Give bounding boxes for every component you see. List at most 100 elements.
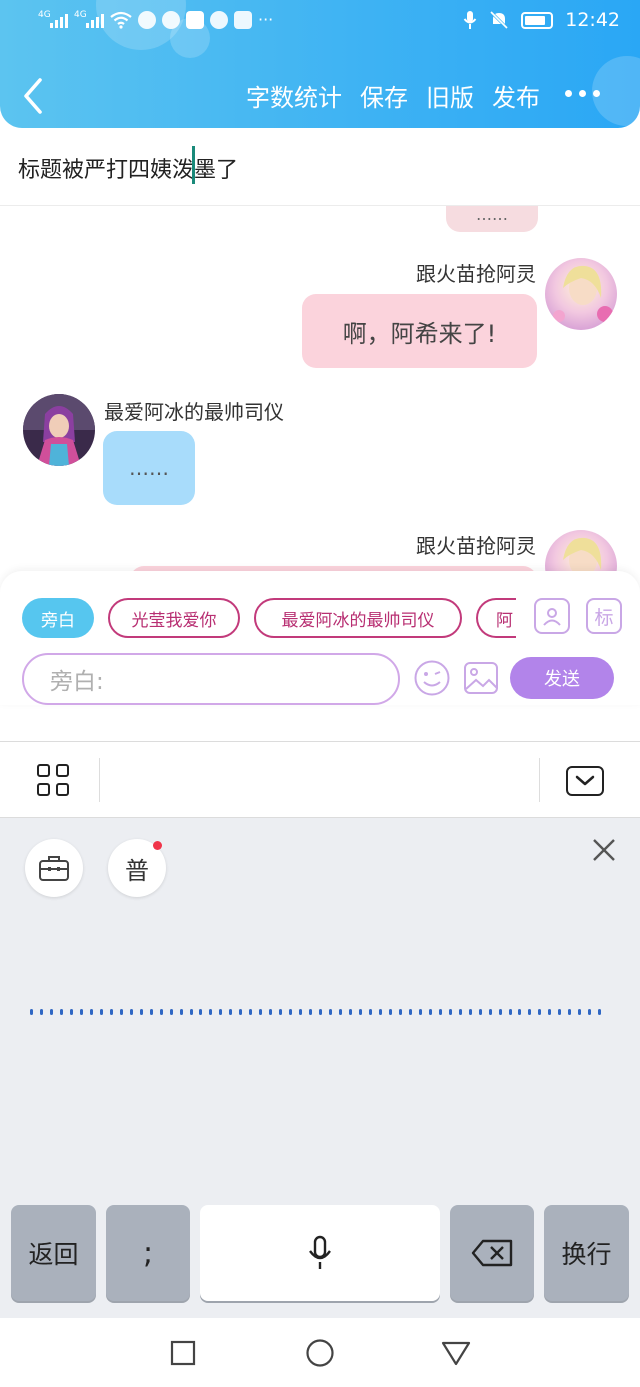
page: 4G 4G ··· 12:42 字数统计 保存 旧版 发布 标题被严打四姨泼墨了… bbox=[0, 0, 640, 1387]
waveform-dot bbox=[408, 1009, 412, 1015]
microphone-icon bbox=[463, 11, 477, 29]
waveform-dot bbox=[428, 1009, 432, 1015]
home-icon[interactable] bbox=[305, 1338, 335, 1368]
role-chip[interactable]: 阿 bbox=[476, 598, 516, 638]
waveform-dot bbox=[528, 1009, 532, 1015]
waveform-dot bbox=[368, 1009, 372, 1015]
wifi-icon bbox=[110, 11, 132, 29]
app-notification-icon bbox=[162, 10, 180, 29]
waveform-dot bbox=[548, 1009, 552, 1015]
keyboard-toolbar bbox=[0, 741, 640, 818]
battery-icon bbox=[521, 11, 554, 29]
waveform-dot bbox=[498, 1009, 502, 1015]
waveform-dot bbox=[109, 1009, 113, 1015]
old-version-button[interactable]: 旧版 bbox=[426, 78, 474, 113]
status-right: 12:42 bbox=[463, 9, 620, 31]
message-text: …… bbox=[476, 206, 508, 224]
waveform-dot bbox=[30, 1009, 33, 1015]
waveform-dot bbox=[418, 1009, 422, 1015]
waveform-dot bbox=[488, 1009, 492, 1015]
notification-dot bbox=[153, 841, 162, 850]
waveform-dot bbox=[319, 1009, 323, 1015]
waveform-dot bbox=[508, 1009, 512, 1015]
role-chip[interactable]: 最爱阿冰的最帅司仪 bbox=[254, 598, 462, 638]
waveform-dot bbox=[468, 1009, 472, 1015]
close-icon[interactable] bbox=[590, 836, 618, 864]
publish-button[interactable]: 发布 bbox=[492, 78, 540, 113]
message-text: 啊，阿希来了! bbox=[342, 319, 497, 348]
more-options-icon[interactable] bbox=[565, 90, 600, 97]
waveform-dot bbox=[289, 1009, 293, 1015]
divider bbox=[99, 758, 100, 802]
waveform-dot bbox=[159, 1009, 163, 1015]
app-notification-icon bbox=[138, 10, 156, 29]
waveform-dot bbox=[69, 1009, 73, 1015]
waveform-dot bbox=[39, 1009, 43, 1015]
text-cursor bbox=[192, 146, 195, 184]
backspace-key[interactable] bbox=[450, 1205, 534, 1301]
waveform-dot bbox=[568, 1009, 572, 1015]
apps-grid-icon[interactable] bbox=[37, 764, 69, 796]
newline-key[interactable]: 换行 bbox=[544, 1205, 629, 1301]
role-chip[interactable]: 光莹我爱你 bbox=[108, 598, 240, 638]
semicolon-key[interactable]: ; bbox=[106, 1205, 190, 1301]
waveform-dot bbox=[99, 1009, 103, 1015]
waveform-dot bbox=[378, 1009, 382, 1015]
sender-name: 跟火苗抢阿灵 bbox=[416, 534, 536, 558]
waveform-dot bbox=[358, 1009, 362, 1015]
message-bubble[interactable]: 啊，阿希来了! bbox=[302, 294, 537, 368]
waveform-dot bbox=[598, 1009, 602, 1015]
voice-waveform bbox=[30, 1008, 602, 1016]
waveform-dot bbox=[269, 1009, 273, 1015]
status-left: 4G 4G ··· bbox=[38, 10, 273, 30]
word-count-button[interactable]: 字数统计 bbox=[246, 78, 342, 113]
avatar[interactable] bbox=[23, 394, 95, 466]
input-placeholder: 旁白: bbox=[50, 669, 104, 695]
back-triangle-icon[interactable] bbox=[440, 1340, 472, 1366]
image-icon[interactable] bbox=[462, 659, 500, 697]
waveform-dot bbox=[189, 1009, 193, 1015]
hide-keyboard-icon[interactable] bbox=[566, 766, 604, 796]
mute-bell-icon bbox=[490, 10, 509, 30]
send-button[interactable]: 发送 bbox=[510, 657, 614, 699]
waveform-dot bbox=[478, 1009, 482, 1015]
waveform-dot bbox=[458, 1009, 462, 1015]
recent-apps-icon[interactable] bbox=[170, 1340, 196, 1366]
back-arrow-icon[interactable] bbox=[18, 76, 48, 116]
toolbox-button[interactable] bbox=[25, 839, 83, 897]
waveform-dot bbox=[229, 1009, 233, 1015]
cloud-icon bbox=[186, 10, 204, 29]
waveform-dot bbox=[309, 1009, 313, 1015]
waveform-dot bbox=[149, 1009, 153, 1015]
waveform-dot bbox=[349, 1009, 352, 1015]
message-bubble[interactable]: …… bbox=[446, 206, 538, 232]
avatar[interactable] bbox=[545, 258, 617, 330]
label-button[interactable]: 标 bbox=[586, 598, 622, 634]
waveform-dot bbox=[448, 1009, 452, 1015]
waveform-dot bbox=[129, 1009, 133, 1015]
message-input[interactable]: 旁白: bbox=[22, 653, 400, 705]
save-button[interactable]: 保存 bbox=[360, 78, 408, 113]
waveform-dot bbox=[438, 1009, 442, 1015]
waveform-dot bbox=[329, 1009, 333, 1015]
role-chip-narration[interactable]: 旁白 bbox=[22, 598, 94, 638]
chat-area[interactable]: …… 跟火苗抢阿灵 啊，阿希来了! 最爱阿冰的最帅司仪 …… 跟火苗抢阿灵 bbox=[0, 206, 640, 586]
waveform-dot bbox=[578, 1009, 582, 1015]
back-key[interactable]: 返回 bbox=[11, 1205, 96, 1301]
waveform-dot bbox=[558, 1009, 562, 1015]
waveform-dot bbox=[239, 1009, 243, 1015]
language-mode-label: 普 bbox=[125, 856, 149, 885]
waveform-dot bbox=[588, 1009, 592, 1015]
message-bubble[interactable]: …… bbox=[103, 431, 195, 505]
briefcase-icon bbox=[39, 856, 69, 881]
waveform-dot bbox=[49, 1009, 53, 1015]
waveform-dot bbox=[538, 1009, 542, 1015]
add-role-icon[interactable] bbox=[534, 598, 570, 634]
message-text: …… bbox=[129, 456, 169, 480]
waveform-dot bbox=[518, 1009, 522, 1015]
voice-key[interactable] bbox=[200, 1205, 440, 1301]
emoji-icon[interactable] bbox=[413, 659, 451, 697]
waveform-dot bbox=[299, 1009, 303, 1015]
title-field[interactable]: 标题被严打四姨泼墨了 bbox=[0, 128, 640, 206]
waveform-dot bbox=[219, 1009, 223, 1015]
